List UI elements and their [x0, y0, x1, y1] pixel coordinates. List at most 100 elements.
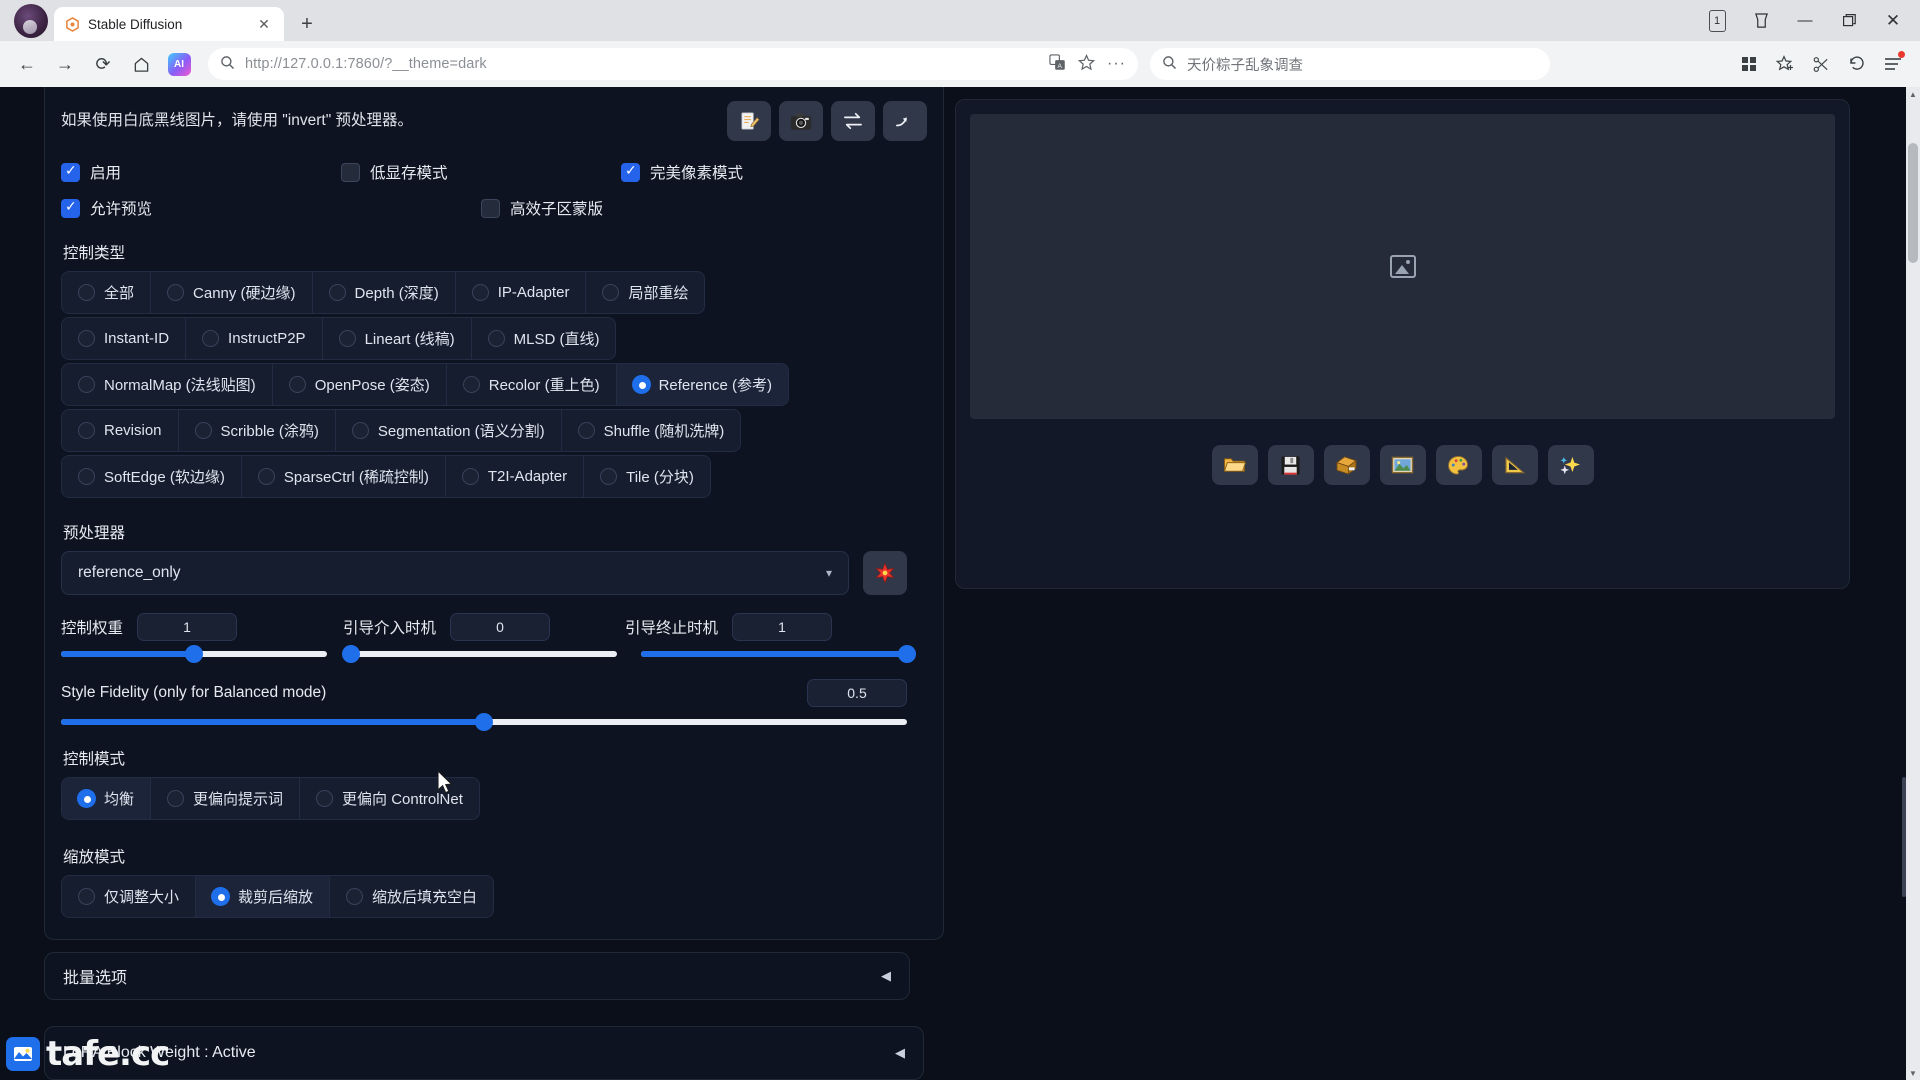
radio-indicator[interactable] — [632, 376, 650, 393]
radio-indicator[interactable] — [167, 790, 185, 807]
control-type-t2i-adapter[interactable]: T2I-Adapter — [445, 455, 585, 498]
chevron-left-icon[interactable]: ◀ — [881, 968, 891, 984]
profile-avatar[interactable] — [14, 4, 48, 38]
control-type-revision[interactable]: Revision — [61, 409, 179, 452]
history-icon[interactable] — [1840, 47, 1874, 81]
checkbox-allow-preview[interactable]: 允许预览 — [61, 197, 481, 219]
control-type-tile[interactable]: Tile (分块) — [584, 455, 711, 498]
control-type-softedge[interactable]: SoftEdge (软边缘) — [61, 455, 242, 498]
radio-indicator[interactable] — [462, 376, 480, 393]
radio-indicator[interactable] — [78, 330, 95, 347]
more-options-icon[interactable]: ··· — [1107, 55, 1126, 73]
back-icon[interactable]: ← — [10, 47, 44, 81]
new-tab-button[interactable]: + — [292, 9, 322, 39]
edit-note-button[interactable] — [727, 101, 771, 141]
scrollbar-thumb[interactable] — [1908, 143, 1918, 263]
open-folder-button[interactable] — [1211, 445, 1258, 485]
radio-indicator[interactable] — [78, 888, 95, 905]
radio-indicator[interactable] — [78, 790, 95, 807]
send-to-inpaint-button[interactable] — [1435, 445, 1482, 485]
star-icon[interactable] — [1077, 53, 1096, 74]
guidance-end-slider[interactable] — [641, 645, 916, 663]
control-type-ip-adapter[interactable]: IP-Adapter — [455, 271, 587, 314]
scroll-up-arrow[interactable]: ▲ — [1906, 87, 1920, 101]
chevron-left-icon[interactable]: ◀ — [895, 1045, 905, 1061]
search-box[interactable]: 天价粽子乱象调查 — [1150, 48, 1550, 80]
guidance-end-value[interactable]: 1 — [732, 613, 833, 641]
radio-indicator[interactable] — [338, 330, 356, 347]
window-close-button[interactable]: ✕ — [1872, 5, 1914, 37]
control-type-mlsd[interactable]: MLSD (直线) — [471, 317, 617, 360]
radio-indicator[interactable] — [346, 888, 364, 905]
radio-indicator[interactable] — [288, 376, 306, 393]
resize-mode-resize-and-fill[interactable]: 缩放后填充空白 — [330, 875, 495, 918]
radio-indicator[interactable] — [212, 888, 230, 905]
control-type-canny[interactable]: Canny (硬边缘) — [151, 271, 313, 314]
checkbox-box[interactable] — [341, 162, 360, 182]
address-bar[interactable]: http://127.0.0.1:7860/?__theme=dark A ··… — [208, 48, 1138, 80]
control-type-segmentation[interactable]: Segmentation (语义分割) — [335, 409, 562, 452]
radio-indicator[interactable] — [78, 284, 95, 301]
radio-indicator[interactable] — [600, 468, 618, 485]
run-preprocessor-button[interactable] — [863, 551, 907, 595]
radio-indicator[interactable] — [602, 284, 620, 301]
checkbox-enable[interactable]: 启用 — [61, 161, 341, 183]
preprocessor-select[interactable]: reference_only ▾ — [61, 551, 849, 595]
ai-assistant-icon[interactable]: AI — [162, 47, 196, 81]
collections-icon[interactable] — [1740, 5, 1782, 37]
guidance-start-slider[interactable] — [342, 645, 617, 663]
swap-button[interactable] — [831, 101, 875, 141]
checkbox-box[interactable] — [621, 162, 640, 182]
guidance-start-value[interactable]: 0 — [450, 613, 551, 641]
checkbox-box[interactable] — [61, 162, 80, 182]
radio-indicator[interactable] — [487, 330, 505, 347]
maximize-button[interactable] — [1828, 5, 1870, 37]
checkbox-lowvram[interactable]: 低显存模式 — [341, 161, 621, 183]
split-screen-icon[interactable] — [1804, 47, 1838, 81]
browser-tab[interactable]: Stable Diffusion ✕ — [54, 7, 284, 41]
control-weight-slider[interactable] — [61, 645, 327, 663]
radio-indicator[interactable] — [167, 284, 185, 301]
control-type-all[interactable]: 全部 — [61, 271, 152, 314]
favorites-icon[interactable] — [1768, 47, 1802, 81]
checkbox-box[interactable] — [481, 198, 500, 218]
forward-icon[interactable]: → — [48, 47, 82, 81]
accordion-lora-block-weight[interactable]: LoRA Block Weight : Active ◀ — [44, 1026, 924, 1080]
control-type-shuffle[interactable]: Shuffle (随机洗牌) — [561, 409, 742, 452]
checkbox-effective-mask[interactable]: 高效子区蒙版 — [481, 197, 603, 219]
radio-indicator[interactable] — [78, 422, 95, 439]
checkbox-pixel-perfect[interactable]: 完美像素模式 — [621, 161, 743, 183]
resize-mode-just-resize[interactable]: 仅调整大小 — [61, 875, 197, 918]
scroll-down-arrow[interactable]: ▼ — [1906, 1066, 1920, 1080]
checkbox-box[interactable] — [61, 198, 80, 218]
control-type-inpaint[interactable]: 局部重绘 — [586, 271, 706, 314]
radio-indicator[interactable] — [78, 376, 95, 393]
control-type-lineart[interactable]: Lineart (线稿) — [322, 317, 472, 360]
control-type-scribble[interactable]: Scribble (涂鸦) — [178, 409, 336, 452]
home-icon[interactable] — [124, 47, 158, 81]
control-type-instant-id[interactable]: Instant-ID — [61, 317, 187, 360]
page-scrollbar[interactable]: ▲ ▼ — [1906, 87, 1920, 1080]
control-mode-balanced[interactable]: 均衡 — [61, 777, 152, 820]
radio-indicator[interactable] — [257, 468, 275, 485]
control-type-sparsectrl[interactable]: SparseCtrl (稀疏控制) — [241, 455, 446, 498]
chevron-down-icon[interactable]: ▾ — [826, 566, 832, 580]
minimize-button[interactable]: — — [1784, 5, 1826, 37]
radio-indicator[interactable] — [461, 468, 479, 485]
control-type-recolor[interactable]: Recolor (重上色) — [446, 363, 617, 406]
radio-indicator[interactable] — [328, 284, 346, 301]
send-to-img2img-button[interactable] — [1379, 445, 1426, 485]
reload-icon[interactable]: ⟳ — [86, 47, 120, 81]
control-weight-value[interactable]: 1 — [137, 613, 238, 641]
close-icon[interactable]: ✕ — [254, 14, 274, 34]
style-fidelity-value[interactable]: 0.5 — [807, 679, 907, 707]
control-type-reference[interactable]: Reference (参考) — [616, 363, 789, 406]
archive-button[interactable] — [1323, 445, 1370, 485]
radio-indicator[interactable] — [78, 468, 95, 485]
apps-icon[interactable] — [1732, 47, 1766, 81]
translate-icon[interactable]: A — [1049, 54, 1066, 74]
save-button[interactable] — [1267, 445, 1314, 485]
radio-indicator[interactable] — [316, 790, 334, 807]
send-button[interactable] — [883, 101, 927, 141]
control-type-normalmap[interactable]: NormalMap (法线贴图) — [61, 363, 273, 406]
